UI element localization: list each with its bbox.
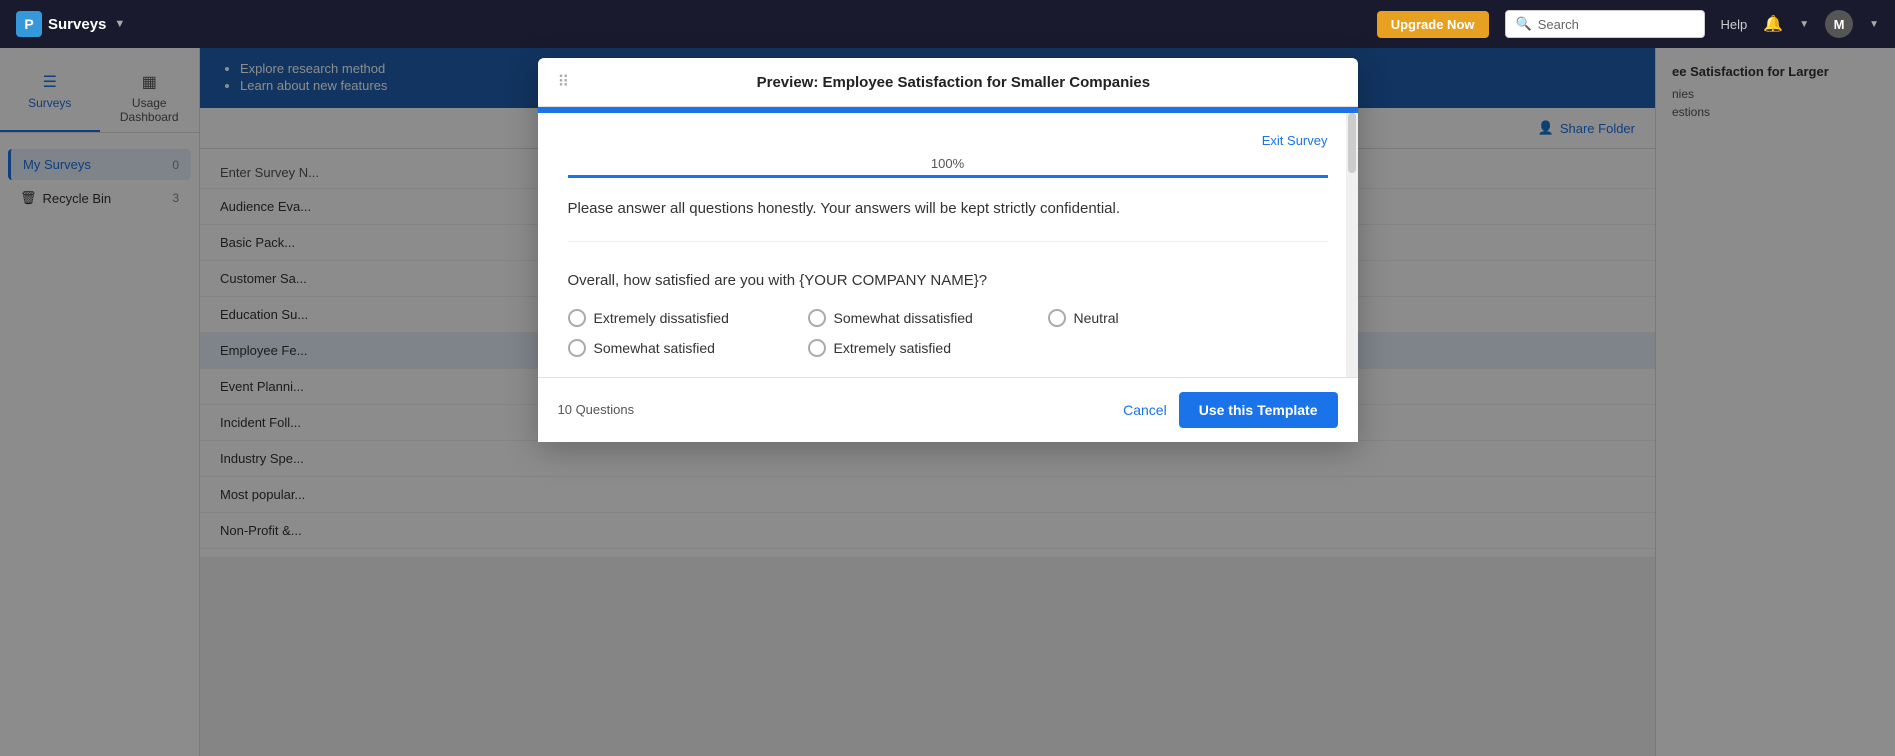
search-icon: 🔍 (1516, 16, 1532, 32)
radio-extremely-dissatisfied[interactable] (568, 309, 586, 327)
scrollbar-track (1346, 113, 1358, 377)
exit-survey-row: Exit Survey (568, 133, 1328, 148)
survey-option-somewhat-dissatisfied[interactable]: Somewhat dissatisfied (808, 309, 1008, 327)
cancel-button[interactable]: Cancel (1123, 402, 1167, 418)
app-name: Surveys (48, 16, 106, 33)
survey-option-somewhat-satisfied[interactable]: Somewhat satisfied (568, 339, 768, 357)
modal-body: Exit Survey 100% Please answer all quest… (538, 107, 1358, 377)
option-label-somewhat-dissatisfied: Somewhat dissatisfied (834, 310, 973, 326)
upgrade-button[interactable]: Upgrade Now (1377, 11, 1489, 38)
drag-handle-icon: ⠿ (558, 72, 570, 92)
option-label-neutral: Neutral (1074, 310, 1119, 326)
questions-count-label: 10 Questions (558, 402, 635, 417)
modal-title: Preview: Employee Satisfaction for Small… (569, 74, 1337, 91)
notifications-bell-icon[interactable]: 🔔 (1763, 14, 1783, 34)
survey-progress-line (568, 175, 1328, 178)
preview-modal: ⠿ Preview: Employee Satisfaction for Sma… (538, 58, 1358, 442)
avatar[interactable]: M (1825, 10, 1853, 38)
app-logo[interactable]: P Surveys ▼ (16, 11, 125, 37)
option-label-extremely-satisfied: Extremely satisfied (834, 340, 951, 356)
logo-icon: P (16, 11, 42, 37)
main-layout: ☰ Surveys ▦ Usage Dashboard My Surveys 0… (0, 48, 1895, 756)
option-label-extremely-dissatisfied: Extremely dissatisfied (594, 310, 729, 326)
survey-options: Extremely dissatisfied Somewhat dissatis… (568, 309, 1328, 357)
option-label-somewhat-satisfied: Somewhat satisfied (594, 340, 715, 356)
search-placeholder: Search (1538, 17, 1579, 32)
top-navigation: P Surveys ▼ Upgrade Now 🔍 Search Help 🔔 … (0, 0, 1895, 48)
modal-footer: 10 Questions Cancel Use this Template (538, 377, 1358, 442)
help-link[interactable]: Help (1721, 17, 1748, 32)
radio-somewhat-dissatisfied[interactable] (808, 309, 826, 327)
search-box[interactable]: 🔍 Search (1505, 10, 1705, 38)
modal-header: ⠿ Preview: Employee Satisfaction for Sma… (538, 58, 1358, 107)
scrollbar-thumb[interactable] (1348, 113, 1356, 173)
survey-option-extremely-dissatisfied[interactable]: Extremely dissatisfied (568, 309, 768, 327)
notification-dropdown-icon[interactable]: ▼ (1799, 19, 1809, 30)
modal-footer-actions: Cancel Use this Template (1123, 392, 1337, 428)
exit-survey-button[interactable]: Exit Survey (1262, 133, 1328, 148)
avatar-dropdown-icon[interactable]: ▼ (1869, 19, 1879, 30)
survey-option-neutral[interactable]: Neutral (1048, 309, 1248, 327)
radio-somewhat-satisfied[interactable] (568, 339, 586, 357)
survey-option-extremely-satisfied[interactable]: Extremely satisfied (808, 339, 1008, 357)
radio-neutral[interactable] (1048, 309, 1066, 327)
survey-progress-label: 100% (568, 156, 1328, 171)
use-template-button[interactable]: Use this Template (1179, 392, 1338, 428)
modal-survey-area[interactable]: Exit Survey 100% Please answer all quest… (538, 113, 1358, 377)
radio-extremely-satisfied[interactable] (808, 339, 826, 357)
survey-intro-text: Please answer all questions honestly. Yo… (568, 198, 1328, 242)
app-dropdown-icon[interactable]: ▼ (114, 18, 125, 30)
modal-overlay: ⠿ Preview: Employee Satisfaction for Sma… (0, 48, 1895, 756)
survey-question-text: Overall, how satisfied are you with {YOU… (568, 272, 1328, 289)
